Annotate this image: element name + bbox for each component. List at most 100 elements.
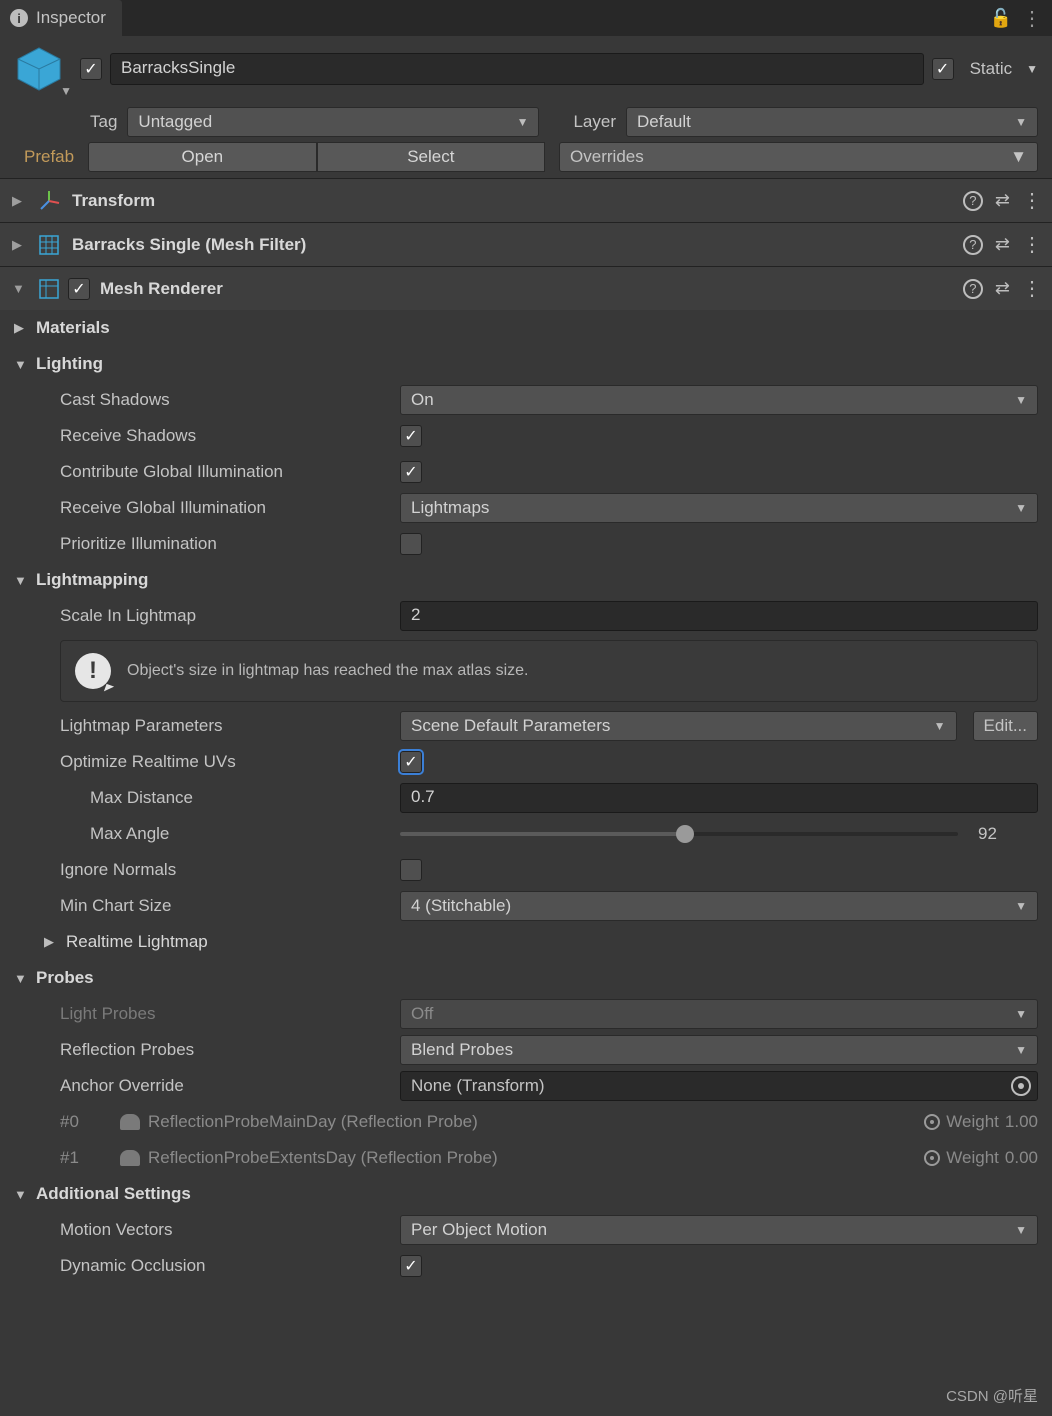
meshfilter-component-header[interactable]: ▶ Barracks Single (Mesh Filter) ? ⇄ ⋮ (0, 222, 1052, 266)
additional-settings-section[interactable]: ▼ Additional Settings (0, 1176, 1052, 1212)
prefab-open-button[interactable]: Open (88, 142, 316, 172)
lightmap-parameters-dropdown[interactable]: Scene Default Parameters ▼ (400, 711, 957, 741)
lightmap-parameters-value: Scene Default Parameters (411, 716, 610, 736)
min-chart-size-value: 4 (Stitchable) (411, 896, 511, 916)
lighting-section[interactable]: ▼ Lighting (0, 346, 1052, 382)
probe-weight-label: Weight (946, 1148, 999, 1168)
transform-icon (36, 189, 62, 213)
component-menu-icon[interactable]: ⋮ (1022, 276, 1040, 301)
foldout-arrow-icon[interactable]: ▼ (14, 971, 36, 986)
meshrenderer-component-header[interactable]: ▼ Mesh Renderer ? ⇄ ⋮ (0, 266, 1052, 310)
foldout-arrow-icon[interactable]: ▶ (12, 193, 26, 209)
lightmapping-section[interactable]: ▼ Lightmapping (0, 562, 1052, 598)
help-icon[interactable]: ? (963, 279, 983, 299)
scale-in-lightmap-input[interactable]: 2 (400, 601, 1038, 631)
scale-in-lightmap-label: Scale In Lightmap (60, 606, 400, 626)
foldout-arrow-icon[interactable]: ▼ (12, 281, 26, 296)
max-distance-row: Max Distance 0.7 (0, 780, 1052, 816)
active-checkbox[interactable] (80, 58, 102, 80)
chevron-down-icon: ▼ (60, 84, 72, 98)
max-angle-slider[interactable] (400, 832, 958, 836)
meshrenderer-enabled-checkbox[interactable] (68, 278, 90, 300)
materials-section[interactable]: ▶ Materials (0, 310, 1052, 346)
inspector-tab[interactable]: i Inspector (0, 0, 122, 36)
receive-gi-dropdown[interactable]: Lightmaps ▼ (400, 493, 1038, 523)
min-chart-size-row: Min Chart Size 4 (Stitchable) ▼ (0, 888, 1052, 924)
help-icon[interactable]: ? (963, 191, 983, 211)
lightmap-parameters-edit-button[interactable]: Edit... (973, 711, 1038, 741)
layer-dropdown[interactable]: Default ▼ (626, 107, 1038, 137)
reflection-probes-row: Reflection Probes Blend Probes ▼ (0, 1032, 1052, 1068)
cast-shadows-row: Cast Shadows On ▼ (0, 382, 1052, 418)
motion-vectors-dropdown[interactable]: Per Object Motion ▼ (400, 1215, 1038, 1245)
light-probes-value: Off (411, 1004, 433, 1024)
ignore-normals-label: Ignore Normals (60, 860, 400, 880)
contribute-gi-checkbox[interactable] (400, 461, 422, 483)
cast-shadows-value: On (411, 390, 434, 410)
tag-label: Tag (90, 112, 117, 132)
gameobject-name-input[interactable]: BarracksSingle (110, 53, 924, 85)
chevron-down-icon: ▼ (1015, 1223, 1027, 1237)
foldout-arrow-icon[interactable]: ▼ (14, 357, 36, 372)
max-distance-label: Max Distance (90, 788, 400, 808)
layer-value: Default (637, 112, 691, 132)
max-distance-input[interactable]: 0.7 (400, 783, 1038, 813)
lock-icon[interactable]: 🔓 (990, 8, 1022, 29)
foldout-arrow-icon[interactable]: ▼ (14, 573, 36, 588)
materials-label: Materials (36, 318, 110, 338)
watermark: CSDN @听星 (946, 1385, 1038, 1406)
prioritize-illumination-checkbox[interactable] (400, 533, 422, 555)
lightmap-parameters-label: Lightmap Parameters (60, 716, 400, 736)
probe-row-0: #0 ReflectionProbeMainDay (Reflection Pr… (0, 1104, 1052, 1140)
reflection-probe-icon (120, 1150, 140, 1166)
kebab-menu-icon[interactable]: ⋮ (1022, 6, 1052, 31)
tag-value: Untagged (138, 112, 212, 132)
preset-icon[interactable]: ⇄ (995, 234, 1010, 255)
reflection-probes-dropdown[interactable]: Blend Probes ▼ (400, 1035, 1038, 1065)
ignore-normals-checkbox[interactable] (400, 859, 422, 881)
probes-section[interactable]: ▼ Probes (0, 960, 1052, 996)
component-menu-icon[interactable]: ⋮ (1022, 188, 1040, 213)
prefab-cube-icon[interactable]: ▼ (14, 44, 64, 94)
optimize-realtime-uvs-checkbox[interactable] (400, 751, 422, 773)
tag-dropdown[interactable]: Untagged ▼ (127, 107, 539, 137)
chevron-down-icon: ▼ (517, 115, 529, 129)
probe-weight-label: Weight (946, 1112, 999, 1132)
help-icon[interactable]: ? (963, 235, 983, 255)
foldout-arrow-icon[interactable]: ▶ (14, 320, 36, 336)
chevron-down-icon: ▼ (1015, 501, 1027, 515)
receive-shadows-checkbox[interactable] (400, 425, 422, 447)
reflection-probe-icon (120, 1114, 140, 1130)
light-probes-dropdown: Off ▼ (400, 999, 1038, 1029)
foldout-arrow-icon[interactable]: ▶ (12, 237, 26, 253)
static-checkbox[interactable] (932, 58, 954, 80)
probe-name[interactable]: ReflectionProbeMainDay (Reflection Probe… (148, 1112, 924, 1132)
prefab-select-button[interactable]: Select (317, 142, 545, 172)
preset-icon[interactable]: ⇄ (995, 278, 1010, 299)
max-angle-value[interactable]: 92 (968, 824, 1038, 844)
transform-component-header[interactable]: ▶ Transform ? ⇄ ⋮ (0, 178, 1052, 222)
realtime-lightmap-section[interactable]: ▶ Realtime Lightmap (0, 924, 1052, 960)
target-icon (924, 1114, 940, 1130)
anchor-override-label: Anchor Override (60, 1076, 400, 1096)
motion-vectors-row: Motion Vectors Per Object Motion ▼ (0, 1212, 1052, 1248)
tag-layer-row: Tag Untagged ▼ Layer Default ▼ (0, 104, 1052, 140)
chevron-down-icon: ▼ (1015, 393, 1027, 407)
component-menu-icon[interactable]: ⋮ (1022, 232, 1040, 257)
anchor-override-row: Anchor Override None (Transform) (0, 1068, 1052, 1104)
receive-shadows-label: Receive Shadows (60, 426, 400, 446)
transform-title: Transform (72, 191, 953, 211)
foldout-arrow-icon[interactable]: ▼ (14, 1187, 36, 1202)
probe-name[interactable]: ReflectionProbeExtentsDay (Reflection Pr… (148, 1148, 924, 1168)
preset-icon[interactable]: ⇄ (995, 190, 1010, 211)
dynamic-occlusion-checkbox[interactable] (400, 1255, 422, 1277)
probe-index: #1 (60, 1148, 120, 1168)
probe-weight-value: 1.00 (1005, 1112, 1038, 1132)
static-dropdown-icon[interactable]: ▼ (1026, 62, 1038, 76)
object-picker-icon[interactable] (1011, 1076, 1031, 1096)
prefab-overrides-dropdown[interactable]: Overrides ▼ (559, 142, 1038, 172)
cast-shadows-dropdown[interactable]: On ▼ (400, 385, 1038, 415)
min-chart-size-dropdown[interactable]: 4 (Stitchable) ▼ (400, 891, 1038, 921)
foldout-arrow-icon[interactable]: ▶ (44, 934, 66, 950)
anchor-override-field[interactable]: None (Transform) (400, 1071, 1038, 1101)
